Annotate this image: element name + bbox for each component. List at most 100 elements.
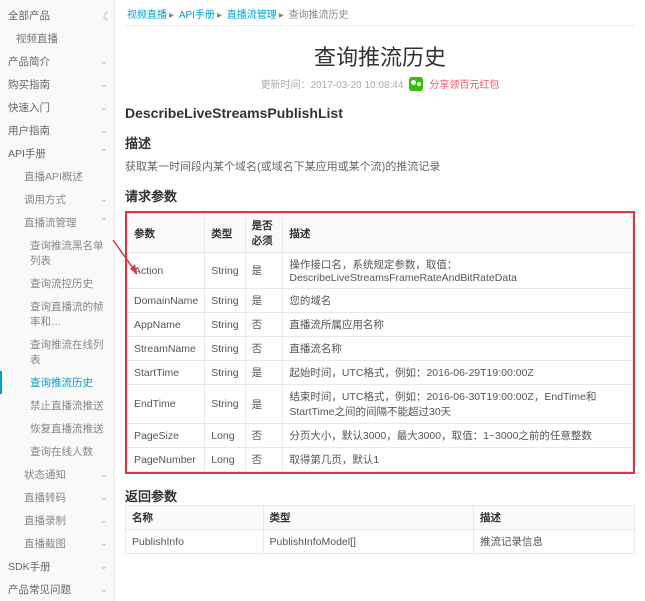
table-row: PageNumberLong否取得第几页，默认1 (128, 448, 633, 472)
sidebar-item[interactable]: 直播截图⌄ (0, 532, 114, 555)
table-cell: 否 (245, 448, 283, 472)
section-req-heading: 请求参数 (125, 186, 635, 205)
sidebar-item[interactable]: 禁止直播流推送 (0, 394, 114, 417)
chevron-icon: ⌄ (100, 79, 108, 90)
chevron-icon: ⌄ (100, 469, 108, 480)
chevron-icon: ⌄ (100, 194, 108, 205)
wechat-icon[interactable] (409, 77, 423, 91)
chevron-icon: ⌄ (100, 56, 108, 67)
table-cell: String (205, 361, 245, 385)
sidebar-item[interactable]: 查询推流历史 (0, 371, 114, 394)
main-content: 视频直播▸ API手册▸ 直播流管理▸ 查询推流历史 查询推流历史 更新时间：2… (115, 0, 645, 601)
breadcrumb: 视频直播▸ API手册▸ 直播流管理▸ 查询推流历史 (125, 6, 635, 26)
table-cell: 直播流所属应用名称 (283, 313, 633, 337)
chevron-icon: ⌄ (100, 125, 108, 136)
request-params-table: 参数 类型 是否必须 描述 ActionString是操作接口名，系统规定参数，… (127, 213, 633, 472)
table-cell: 操作接口名，系统规定参数，取值：DescribeLiveStreamsFrame… (283, 253, 633, 289)
th-name: 名称 (126, 506, 264, 530)
sidebar-item[interactable]: SDK手册⌄ (0, 555, 114, 578)
section-desc-heading: 描述 (125, 133, 635, 152)
crumb-link[interactable]: 直播流管理 (227, 10, 277, 21)
description-text: 获取某一时间段内某个域名(或域名下某应用或某个流)的推流记录 (125, 158, 635, 174)
chevron-icon: ⌄ (100, 515, 108, 526)
chevron-icon: ⌄ (100, 561, 108, 572)
section-resp-heading: 返回参数 (125, 486, 635, 505)
sidebar-item[interactable]: 直播API概述 (0, 165, 114, 188)
table-cell: DomainName (128, 289, 205, 313)
th-desc: 描述 (283, 214, 633, 253)
table-cell: EndTime (128, 385, 205, 424)
sidebar-item[interactable]: 快速入门⌄ (0, 96, 114, 119)
chevron-icon: ⌃ (100, 148, 108, 159)
table-cell: 否 (245, 424, 283, 448)
th-required: 是否必须 (245, 214, 283, 253)
crumb-current: 查询推流历史 (289, 10, 349, 21)
table-row: StreamNameString否直播流名称 (128, 337, 633, 361)
sidebar: 全部产品《 视频直播产品简介⌄购买指南⌄快速入门⌄用户指南⌄API手册⌃直播AP… (0, 0, 115, 601)
table-cell: 是 (245, 289, 283, 313)
sidebar-item[interactable]: 状态通知⌄ (0, 463, 114, 486)
table-row: PublishInfoPublishInfoModel[]推流记录信息 (126, 530, 635, 554)
sidebar-item[interactable]: 产品常见问题⌄ (0, 578, 114, 601)
th-type: 类型 (205, 214, 245, 253)
table-cell: Long (205, 448, 245, 472)
table-cell: PublishInfoModel[] (263, 530, 473, 554)
table-cell: StartTime (128, 361, 205, 385)
table-cell: PublishInfo (126, 530, 264, 554)
request-params-table-highlight: 参数 类型 是否必须 描述 ActionString是操作接口名，系统规定参数，… (125, 211, 635, 474)
table-cell: 是 (245, 385, 283, 424)
sidebar-item[interactable]: 产品简介⌄ (0, 50, 114, 73)
sidebar-item[interactable]: 视频直播 (0, 27, 114, 50)
sidebar-item[interactable]: 购买指南⌄ (0, 73, 114, 96)
sidebar-item[interactable]: 直播流管理⌃ (0, 211, 114, 234)
table-cell: 分页大小，默认3000，最大3000，取值：1~3000之前的任意整数 (283, 424, 633, 448)
table-cell: String (205, 289, 245, 313)
response-params-table: 名称 类型 描述 PublishInfoPublishInfoModel[]推流… (125, 505, 635, 554)
table-cell: Long (205, 424, 245, 448)
chevron-icon: ⌄ (100, 492, 108, 503)
sidebar-item[interactable]: 直播录制⌄ (0, 509, 114, 532)
table-cell: 推流记录信息 (474, 530, 635, 554)
page-title: 查询推流历史 (125, 40, 635, 72)
table-cell: PageSize (128, 424, 205, 448)
table-cell: 您的域名 (283, 289, 633, 313)
table-cell: 否 (245, 313, 283, 337)
sidebar-item[interactable]: 调用方式⌄ (0, 188, 114, 211)
table-row: AppNameString否直播流所属应用名称 (128, 313, 633, 337)
chevron-icon: ⌄ (100, 538, 108, 549)
crumb-link[interactable]: API手册 (179, 10, 215, 21)
table-cell: String (205, 385, 245, 424)
table-cell: 取得第几页，默认1 (283, 448, 633, 472)
crumb-link[interactable]: 视频直播 (127, 10, 167, 21)
table-cell: String (205, 253, 245, 289)
sidebar-item[interactable]: 用户指南⌄ (0, 119, 114, 142)
table-cell: 结束时间，UTC格式，例如：2016-06-30T19:00:00Z，EndTi… (283, 385, 633, 424)
chevron-icon: ⌃ (100, 217, 108, 228)
share-link[interactable]: 分享领百元红包 (429, 76, 499, 91)
table-cell: 直播流名称 (283, 337, 633, 361)
th-type: 类型 (263, 506, 473, 530)
sidebar-item[interactable]: API手册⌃ (0, 142, 114, 165)
sidebar-item[interactable]: 查询推流黑名单列表 (0, 234, 114, 272)
updated-time: 更新时间：2017-03-20 10:08:44 (261, 76, 404, 91)
sidebar-item[interactable]: 查询在线人数 (0, 440, 114, 463)
table-row: StartTimeString是起始时间，UTC格式，例如：2016-06-29… (128, 361, 633, 385)
collapse-icon: 《 (98, 8, 108, 23)
sidebar-item[interactable]: 查询直播流的帧率和… (0, 295, 114, 333)
table-cell: Action (128, 253, 205, 289)
sidebar-item[interactable]: 查询流控历史 (0, 272, 114, 295)
sidebar-item[interactable]: 查询推流在线列表 (0, 333, 114, 371)
chevron-icon: ⌄ (100, 584, 108, 595)
table-cell: 否 (245, 337, 283, 361)
table-cell: String (205, 313, 245, 337)
sidebar-item[interactable]: 直播转码⌄ (0, 486, 114, 509)
table-row: ActionString是操作接口名，系统规定参数，取值：DescribeLiv… (128, 253, 633, 289)
th-param: 参数 (128, 214, 205, 253)
chevron-icon: ⌄ (100, 102, 108, 113)
table-row: PageSizeLong否分页大小，默认3000，最大3000，取值：1~300… (128, 424, 633, 448)
th-desc: 描述 (474, 506, 635, 530)
table-row: EndTimeString是结束时间，UTC格式，例如：2016-06-30T1… (128, 385, 633, 424)
sidebar-item[interactable]: 恢复直播流推送 (0, 417, 114, 440)
sidebar-all-products[interactable]: 全部产品《 (0, 4, 114, 27)
table-cell: StreamName (128, 337, 205, 361)
